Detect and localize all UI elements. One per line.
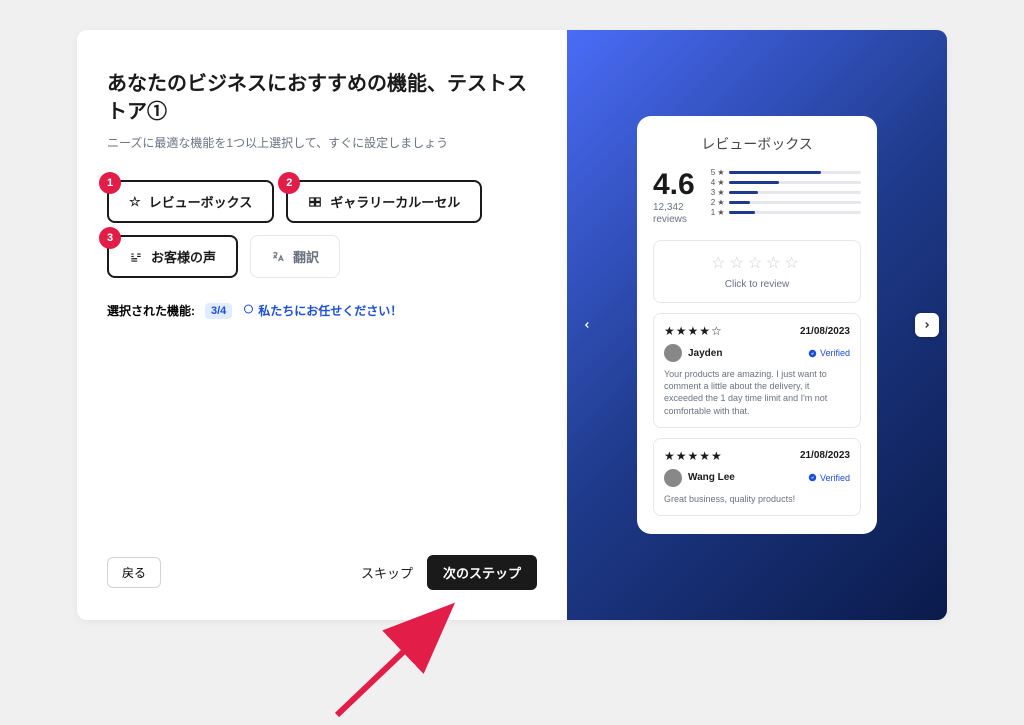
badge-number: 3 [99, 227, 121, 249]
setup-card: あなたのビジネスにおすすめの機能、テストストア① ニーズに最適な機能を1つ以上選… [77, 30, 947, 620]
option-review-box[interactable]: 1 ☆ レビューボックス [107, 180, 274, 223]
review-card: ★★★★★ 21/08/2023 Wang Lee Verified Great… [653, 438, 861, 516]
review-stars-icon: ★★★★★ [664, 449, 723, 463]
rating-bars: 5 ★ 4 ★ 3 ★ 2 ★ 1 ★ [711, 168, 861, 218]
bar-label: 3 ★ [711, 188, 725, 197]
footer-right: スキップ 次のステップ [361, 555, 537, 590]
carousel-prev-button[interactable] [575, 313, 599, 337]
click-to-review-text: Click to review [662, 279, 852, 290]
preview-mock: レビューボックス 4.6 12,342 reviews 5 ★ 4 ★ 3 ★ … [637, 116, 877, 534]
review-date: 21/08/2023 [800, 450, 850, 461]
back-button[interactable]: 戻る [107, 557, 161, 588]
chat-icon [242, 303, 254, 318]
score-row: 4.6 12,342 reviews 5 ★ 4 ★ 3 ★ 2 ★ 1 ★ [653, 168, 861, 226]
badge-number: 2 [278, 172, 300, 194]
page-title: あなたのビジネスにおすすめの機能、テストストア① [107, 70, 537, 126]
score-value: 4.6 [653, 168, 695, 202]
review-body: Great business, quality products! [664, 493, 850, 505]
review-stars-icon: ★★★★☆ [664, 324, 723, 338]
verified-text: Verified [820, 348, 850, 358]
verified-badge: Verified [808, 473, 850, 483]
score-block: 4.6 12,342 reviews [653, 168, 695, 226]
footer: 戻る スキップ 次のステップ [107, 555, 537, 590]
selected-label: 選択された機能: [107, 302, 195, 319]
score-count: 12,342 [653, 202, 695, 214]
translate-icon [271, 250, 285, 264]
review-date: 21/08/2023 [800, 326, 850, 337]
feature-options: 1 ☆ レビューボックス 2 ギャラリーカルーセル 3 お客様の声 [107, 180, 537, 278]
bar-label: 2 ★ [711, 198, 725, 207]
stars-outline-icon: ☆☆☆☆☆ [662, 253, 852, 273]
verified-text: Verified [820, 473, 850, 483]
help-link-text: 私たちにお任せください！ [258, 302, 402, 319]
option-label: お客様の声 [151, 247, 216, 266]
quote-icon [129, 250, 143, 264]
option-label: ギャラリーカルーセル [330, 192, 460, 211]
review-author: Wang Lee [688, 472, 735, 483]
avatar [664, 469, 682, 487]
left-panel: あなたのビジネスにおすすめの機能、テストストア① ニーズに最適な機能を1つ以上選… [77, 30, 567, 620]
badge-number: 1 [99, 172, 121, 194]
score-label: reviews [653, 214, 695, 226]
option-translate[interactable]: 翻訳 [250, 235, 340, 278]
review-body: Your products are amazing. I just want t… [664, 368, 850, 417]
star-icon: ☆ [129, 194, 141, 210]
preview-title: レビューボックス [653, 134, 861, 154]
selected-count: 3/4 [205, 303, 232, 319]
option-label: 翻訳 [293, 247, 319, 266]
review-card: ★★★★☆ 21/08/2023 Jayden Verified Your pr… [653, 313, 861, 428]
skip-button[interactable]: スキップ [361, 563, 413, 582]
option-gallery-carousel[interactable]: 2 ギャラリーカルーセル [286, 180, 482, 223]
click-to-review[interactable]: ☆☆☆☆☆ Click to review [653, 240, 861, 303]
next-step-button[interactable]: 次のステップ [427, 555, 537, 590]
gallery-icon [308, 195, 322, 209]
help-link[interactable]: 私たちにお任せください！ [242, 302, 402, 319]
option-testimonials[interactable]: 3 お客様の声 [107, 235, 238, 278]
review-author: Jayden [688, 348, 722, 359]
verified-badge: Verified [808, 348, 850, 358]
bar-label: 1 ★ [711, 208, 725, 217]
bar-label: 4 ★ [711, 178, 725, 187]
page-subtitle: ニーズに最適な機能を1つ以上選択して、すぐに設定しましょう [107, 134, 537, 152]
preview-panel: レビューボックス 4.6 12,342 reviews 5 ★ 4 ★ 3 ★ … [567, 30, 947, 620]
carousel-next-button[interactable] [915, 313, 939, 337]
bar-label: 5 ★ [711, 168, 725, 177]
avatar [664, 344, 682, 362]
option-label: レビューボックス [149, 192, 253, 211]
selected-summary: 選択された機能: 3/4 私たちにお任せください！ [107, 302, 537, 319]
